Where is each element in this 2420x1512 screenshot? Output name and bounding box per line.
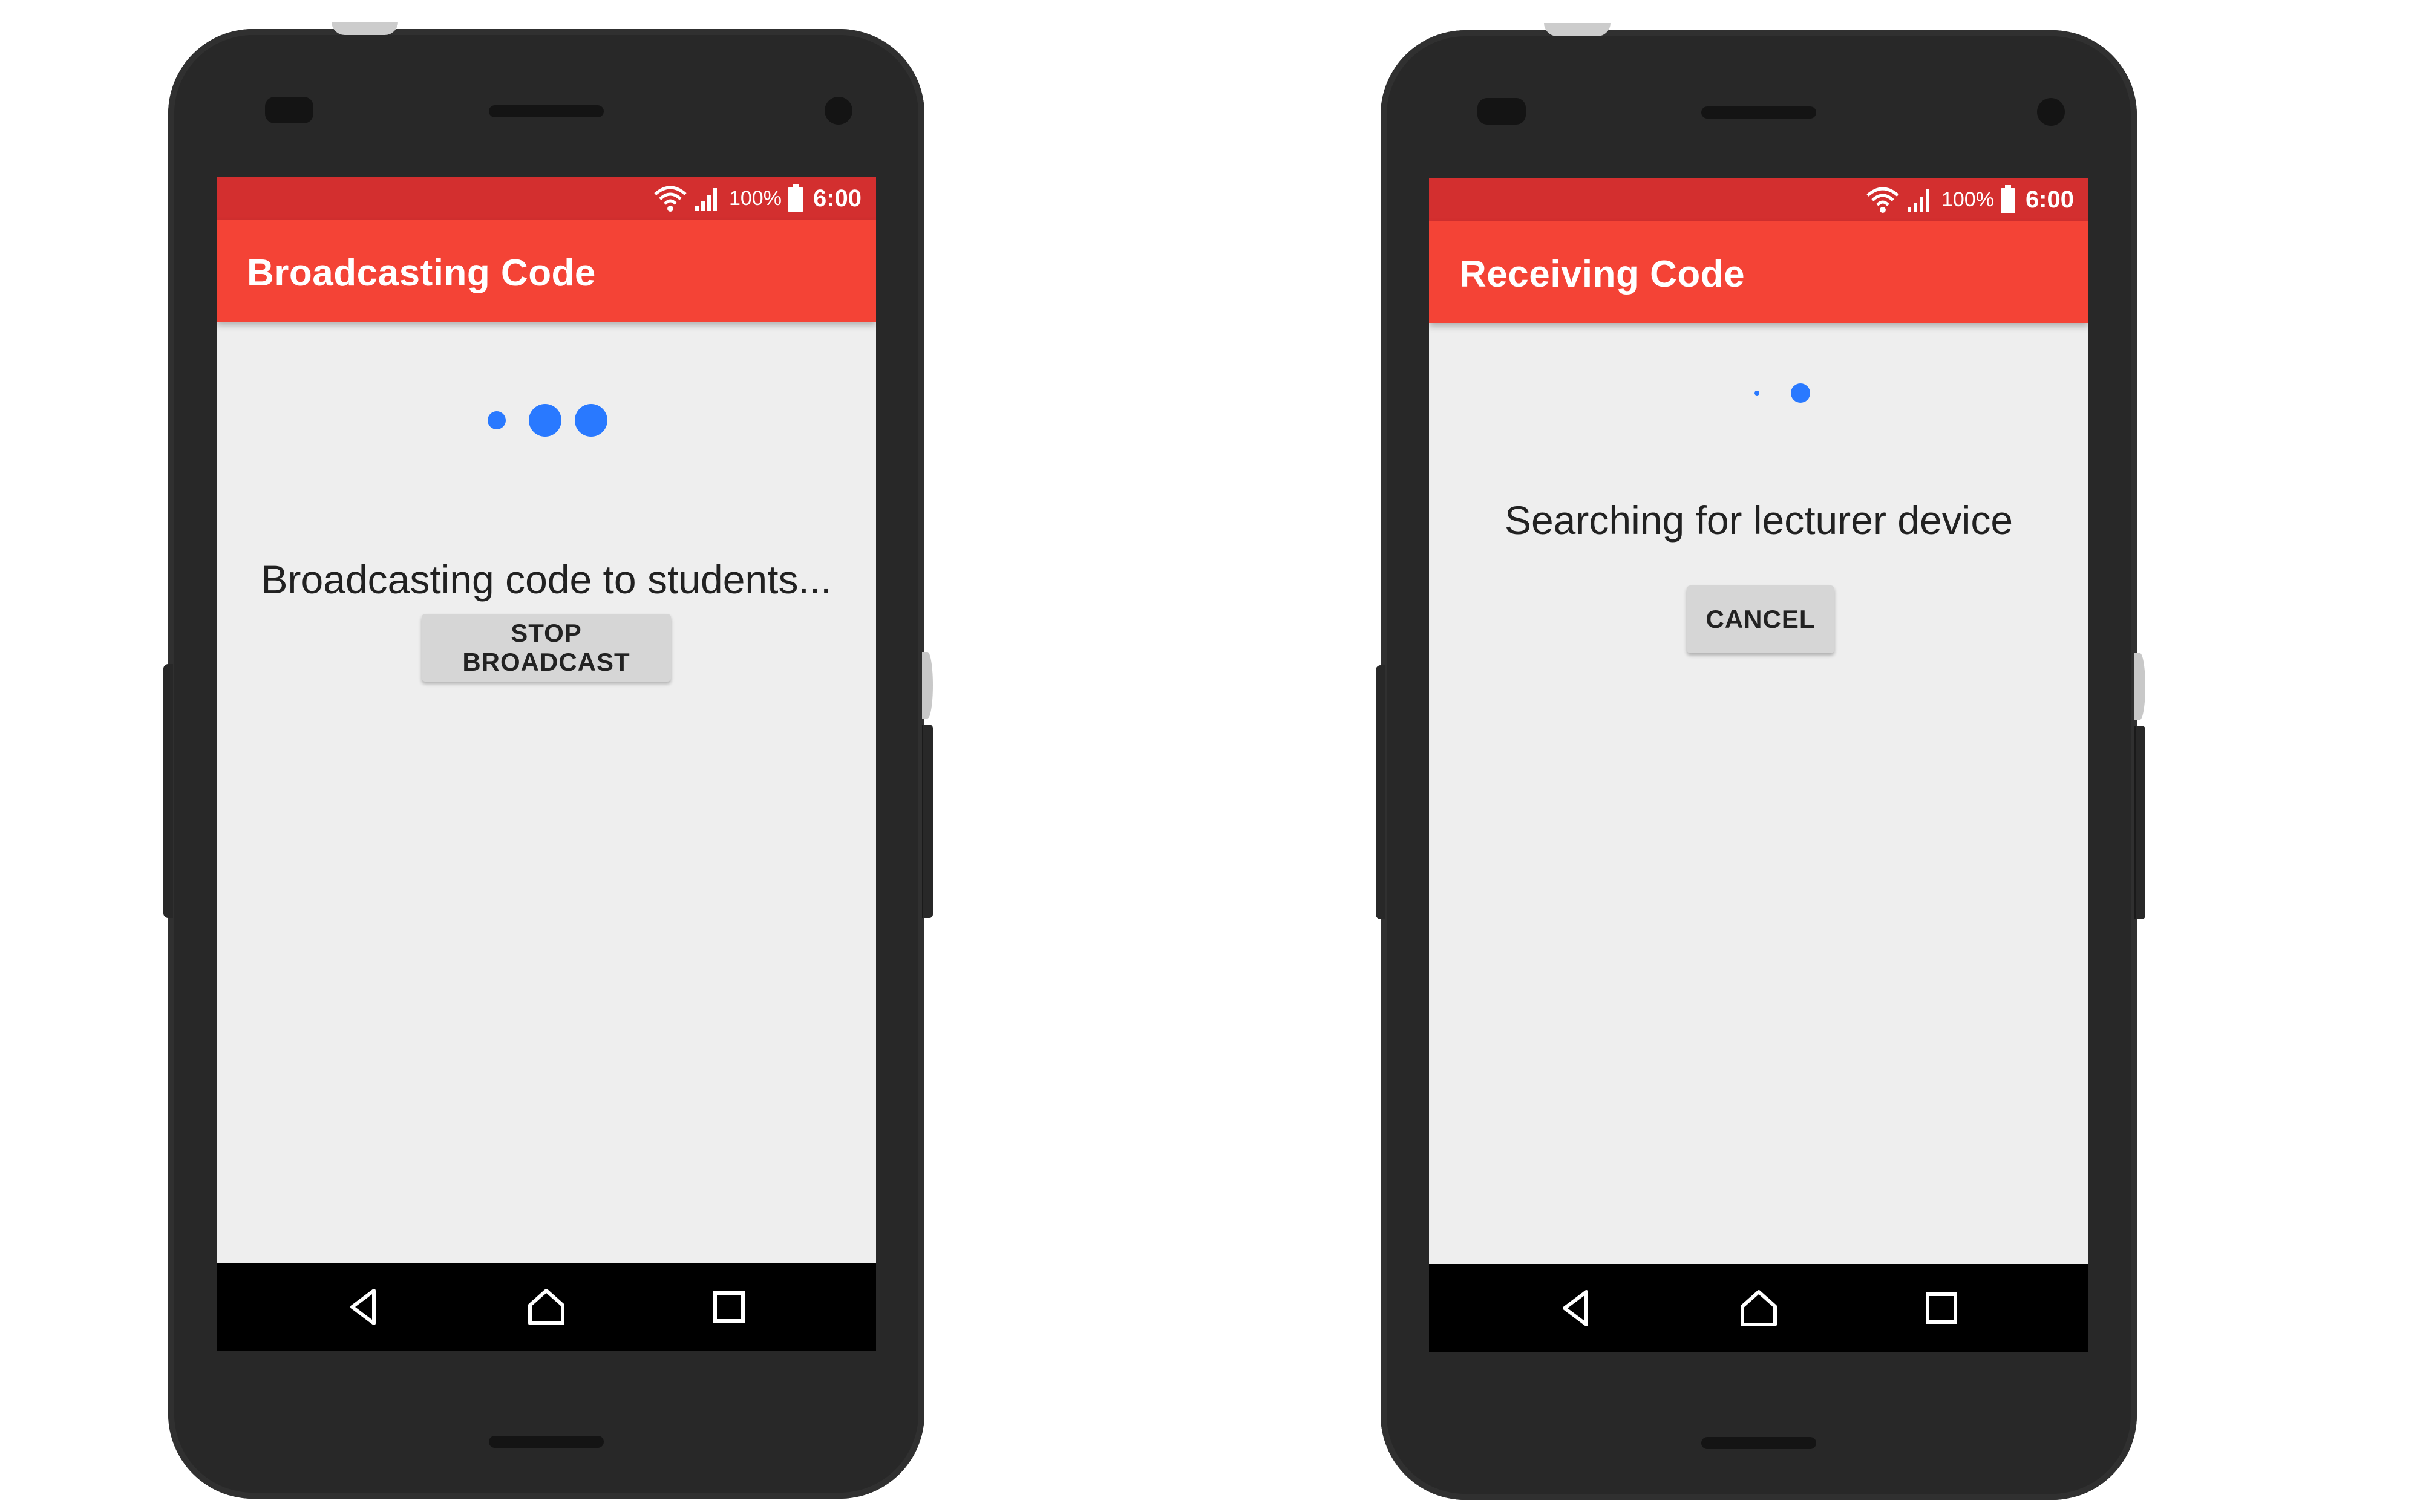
navigation-bar (1429, 1264, 2088, 1352)
home-icon[interactable] (1738, 1287, 1780, 1329)
loading-indicator (1429, 376, 2088, 412)
left-side-edge (1376, 665, 1385, 919)
app-bar: Broadcasting Code (217, 220, 876, 322)
left-side-edge (163, 664, 173, 918)
volume-button (922, 652, 933, 719)
navigation-bar (217, 1263, 876, 1351)
power-button (1544, 23, 1611, 36)
phone-broadcasting: 100% 6:00 Broadcasting Code Broadcasting… (163, 22, 933, 1499)
signal-icon (694, 184, 721, 212)
signal-icon (1906, 186, 1933, 213)
status-bar: 100% 6:00 (1429, 178, 2088, 221)
stop-broadcast-button[interactable]: STOP BROADCAST (422, 614, 671, 682)
loading-dot (1791, 383, 1810, 403)
side-button (2134, 726, 2145, 919)
power-button (332, 22, 398, 35)
page-title: Receiving Code (1459, 253, 1745, 295)
app-bar: Receiving Code (1429, 221, 2088, 323)
proximity-sensor (265, 97, 313, 123)
clock: 6:00 (813, 184, 862, 212)
back-icon[interactable] (344, 1286, 386, 1328)
proximity-sensor (1477, 98, 1526, 125)
screen: 100% 6:00 Receiving Code Searching for l… (1429, 178, 2088, 1352)
wifi-icon (1865, 186, 1900, 213)
wifi-icon (653, 184, 688, 212)
loading-dot (529, 404, 561, 437)
phone-receiving: 100% 6:00 Receiving Code Searching for l… (1376, 23, 2145, 1500)
front-camera (825, 97, 852, 125)
earpiece-speaker (489, 105, 604, 117)
status-message: Broadcasting code to students... (261, 557, 832, 602)
battery-icon (2000, 185, 2016, 214)
recents-icon[interactable] (708, 1286, 750, 1328)
home-icon[interactable] (525, 1286, 567, 1328)
loading-dot (575, 404, 607, 437)
back-icon[interactable] (1556, 1287, 1598, 1329)
status-bar: 100% 6:00 (217, 177, 876, 220)
battery-percent: 100% (728, 186, 782, 210)
loading-dot (488, 411, 506, 429)
bottom-speaker (1701, 1437, 1816, 1449)
cancel-button[interactable]: CANCEL (1687, 585, 1834, 653)
battery-icon (788, 184, 803, 213)
earpiece-speaker (1701, 106, 1816, 119)
volume-button (2134, 653, 2145, 720)
status-message: Searching for lecturer device (1504, 498, 2013, 543)
front-camera (2037, 98, 2065, 126)
side-button (922, 725, 933, 918)
battery-percent: 100% (1941, 187, 1994, 211)
loading-indicator (217, 402, 876, 438)
loading-dot (1754, 391, 1759, 396)
clock: 6:00 (2025, 186, 2074, 213)
screen: 100% 6:00 Broadcasting Code Broadcasting… (217, 177, 876, 1351)
page-title: Broadcasting Code (247, 252, 596, 294)
bottom-speaker (489, 1436, 604, 1448)
recents-icon[interactable] (1920, 1287, 1963, 1329)
